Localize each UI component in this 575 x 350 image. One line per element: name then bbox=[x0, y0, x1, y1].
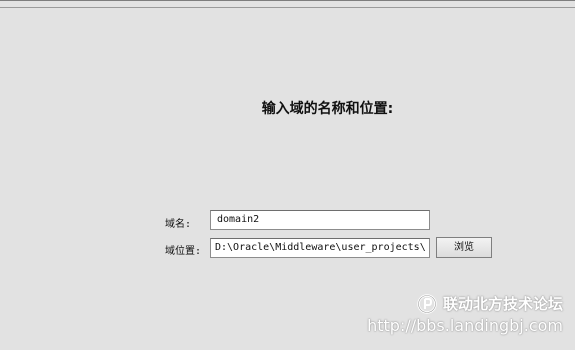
watermark-name: 联动北方技术论坛 bbox=[442, 295, 563, 313]
domain-name-label: 域名: bbox=[165, 219, 192, 230]
domain-location-label: 域位置: bbox=[165, 246, 202, 257]
browse-button[interactable]: 浏览 bbox=[436, 237, 492, 258]
domain-location-input[interactable]: D:\Oracle\Middleware\user_projects\ bbox=[210, 238, 430, 258]
forum-logo-icon bbox=[417, 293, 437, 314]
domain-wizard-panel: 输入域的名称和位置: 域名: domain2 域位置: D:\Oracle\Mi… bbox=[0, 0, 575, 350]
top-divider bbox=[0, 7, 575, 8]
page-title: 输入域的名称和位置: bbox=[261, 101, 394, 117]
watermark-url: http://bbs.landingbj.com bbox=[367, 316, 563, 335]
watermark: 联动北方技术论坛 http://bbs.landingbj.com bbox=[367, 293, 563, 335]
domain-name-input[interactable]: domain2 bbox=[210, 210, 430, 230]
